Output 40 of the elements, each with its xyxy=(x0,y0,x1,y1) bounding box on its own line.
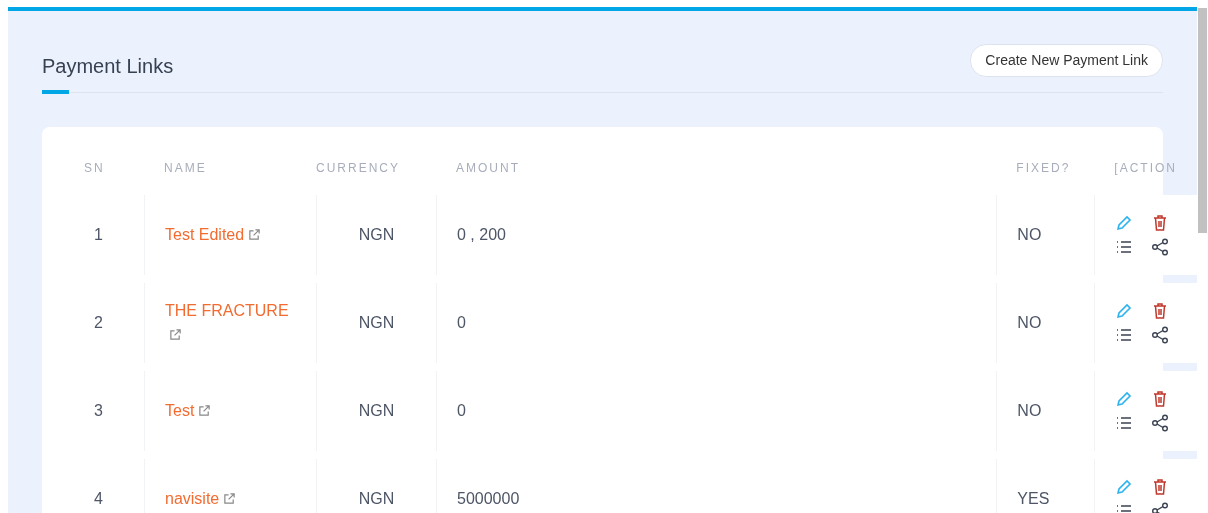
fixed-cell: YES xyxy=(1017,490,1050,507)
amount-cell: 5000000 xyxy=(457,490,520,507)
row-number: 2 xyxy=(94,314,103,331)
list-icon[interactable] xyxy=(1115,238,1134,256)
share-icon[interactable] xyxy=(1151,326,1170,344)
external-link-icon[interactable] xyxy=(223,492,237,505)
column-header: NAME xyxy=(164,161,207,175)
currency-cell: NGN xyxy=(358,226,395,243)
payment-link-name[interactable]: THE FRACTURE xyxy=(165,302,289,319)
row-number: 4 xyxy=(94,490,103,507)
currency-cell: NGN xyxy=(358,402,395,419)
row-number: 1 xyxy=(94,226,103,243)
column-header: SN xyxy=(84,161,105,175)
column-header: CURRENCY xyxy=(316,161,400,175)
row-number: 3 xyxy=(94,402,103,419)
amount-cell: 0 xyxy=(457,314,466,331)
external-link-icon[interactable] xyxy=(169,328,182,341)
payment-link-name[interactable]: navisite xyxy=(165,490,220,507)
page-title: Payment Links xyxy=(42,54,174,78)
currency-cell: NGN xyxy=(358,490,395,507)
list-icon[interactable] xyxy=(1115,414,1134,432)
currency-cell: NGN xyxy=(358,314,395,331)
payment-link-name[interactable]: Test xyxy=(165,402,195,419)
external-link-icon[interactable] xyxy=(248,228,262,241)
amount-cell: 0 , 200 xyxy=(457,226,506,243)
share-icon[interactable] xyxy=(1151,238,1170,256)
list-icon[interactable] xyxy=(1115,326,1134,344)
payment-link-name[interactable]: Test Edited xyxy=(165,226,245,243)
column-header: FIXED? xyxy=(1016,161,1071,175)
create-payment-link-button[interactable]: Create New Payment Link xyxy=(970,43,1163,77)
scrollbar-thumb[interactable] xyxy=(1198,8,1207,233)
column-header: [ACTION xyxy=(1114,161,1177,175)
fixed-cell: NO xyxy=(1017,402,1042,419)
column-header: AMOUNT xyxy=(456,161,520,175)
amount-cell: 0 xyxy=(457,402,466,419)
fixed-cell: NO xyxy=(1017,226,1042,243)
title-underline xyxy=(42,90,69,94)
external-link-icon[interactable] xyxy=(198,404,212,417)
share-icon[interactable] xyxy=(1151,414,1170,432)
fixed-cell: NO xyxy=(1017,314,1042,331)
